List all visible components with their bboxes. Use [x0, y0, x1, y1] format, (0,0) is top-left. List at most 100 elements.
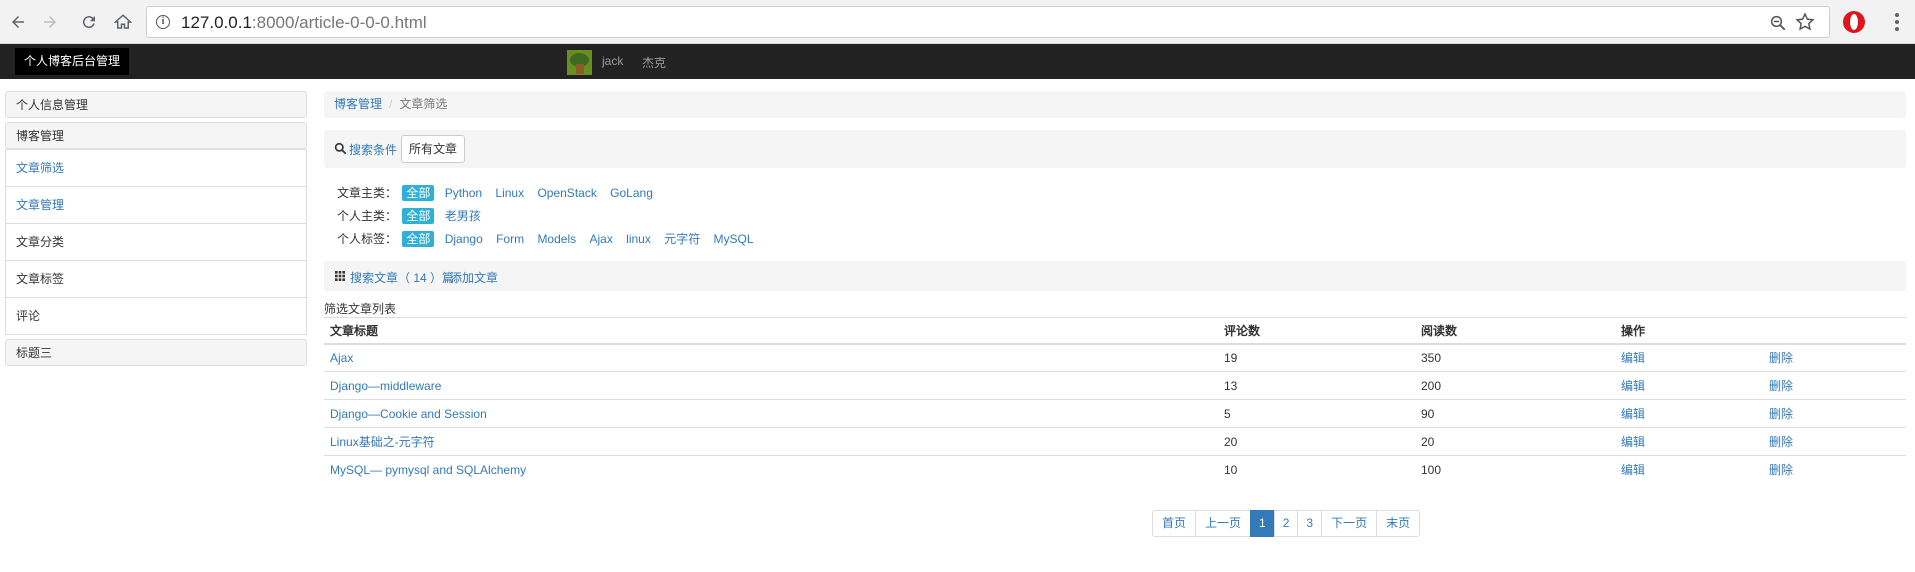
bookmark-star-icon[interactable] [1795, 12, 1815, 32]
sidebar: 个人信息管理 博客管理 文章筛选 文章管理 文章分类 文章标签 评论 标题三 [5, 91, 307, 370]
view-count: 20 [1415, 427, 1615, 456]
table-row: MySQL— pymysql and SQLAlchemy 10 100 编辑 … [324, 455, 1906, 484]
filter-tag[interactable]: 元字符 [664, 228, 700, 251]
browser-toolbar: i 127.0.0.1:8000/article-0-0-0.html [0, 0, 1915, 44]
filter-tag[interactable]: Models [537, 228, 576, 251]
table-header-row: 文章标题 评论数 阅读数 操作 [324, 317, 1906, 345]
edit-link[interactable]: 编辑 [1615, 343, 1763, 372]
url-text[interactable]: 127.0.0.1:8000/article-0-0-0.html [181, 13, 427, 33]
filter-label: 个人主类： [337, 209, 398, 223]
sidebar-heading-blog-manage[interactable]: 博客管理 [5, 122, 307, 149]
view-count: 100 [1415, 455, 1615, 484]
article-title-link[interactable]: Ajax [324, 343, 1218, 372]
info-icon[interactable]: i [156, 15, 170, 29]
filter-label: 文章主类： [337, 186, 398, 200]
reload-icon[interactable] [77, 10, 101, 34]
breadcrumb-blog-manage[interactable]: 博客管理 [334, 97, 382, 111]
page-last-button[interactable]: 末页 [1376, 510, 1421, 537]
column-header-title: 文章标题 [324, 317, 1218, 345]
back-icon[interactable] [6, 10, 30, 34]
article-title-link[interactable]: MySQL— pymysql and SQLAlchemy [324, 455, 1218, 484]
article-title-link[interactable]: Django—Cookie and Session [324, 399, 1218, 428]
result-count: 搜索文章（ 14 ）篇 [350, 271, 455, 285]
avatar[interactable] [567, 50, 592, 75]
filter-row-personal-tags: 个人标签： 全部 Django Form Models Ajax linux 元… [337, 228, 764, 251]
page-number-button[interactable]: 1 [1250, 510, 1275, 537]
delete-link[interactable]: 删除 [1763, 343, 1906, 372]
filter-tag[interactable]: Python [445, 182, 482, 205]
delete-link[interactable]: 删除 [1763, 371, 1906, 400]
delete-link[interactable]: 删除 [1763, 427, 1906, 456]
menu-dots-icon[interactable] [1895, 13, 1901, 33]
edit-link[interactable]: 编辑 [1615, 427, 1763, 456]
comment-count: 19 [1218, 343, 1415, 372]
filter-tag[interactable]: Ajax [589, 228, 612, 251]
delete-link[interactable]: 删除 [1763, 455, 1906, 484]
sidebar-item-comments[interactable]: 评论 [6, 297, 306, 334]
filter-tag[interactable]: linux [626, 228, 651, 251]
home-icon[interactable] [111, 10, 135, 34]
filter-tag[interactable]: Linux [495, 182, 524, 205]
opera-icon[interactable] [1843, 11, 1865, 33]
page-prev-button[interactable]: 上一页 [1195, 510, 1252, 537]
article-title-link[interactable]: Django—middleware [324, 371, 1218, 400]
sidebar-item-article-filter[interactable]: 文章筛选 [6, 149, 306, 186]
filter-tag-all[interactable]: 全部 [402, 208, 435, 224]
filter-panel: 文章主类： 全部 Python Linux OpenStack GoLang 个… [337, 182, 764, 251]
comment-count: 5 [1218, 399, 1415, 428]
url-host: 127.0.0.1 [181, 13, 252, 32]
sidebar-item-article-tags[interactable]: 文章标签 [6, 260, 306, 297]
filter-tag-all[interactable]: 全部 [402, 231, 435, 247]
page-first-button[interactable]: 首页 [1152, 510, 1197, 537]
edit-link[interactable]: 编辑 [1615, 371, 1763, 400]
edit-link[interactable]: 编辑 [1615, 399, 1763, 428]
page-number-button[interactable]: 3 [1297, 510, 1323, 537]
filter-tag[interactable]: MySQL [714, 228, 754, 251]
filter-tag[interactable]: Django [445, 228, 483, 251]
filter-row-main-category: 文章主类： 全部 Python Linux OpenStack GoLang [337, 182, 764, 205]
url-path: :8000/article-0-0-0.html [251, 13, 427, 32]
view-count: 200 [1415, 371, 1615, 400]
breadcrumb: 博客管理 / 文章筛选 [324, 91, 1906, 118]
user-nickname[interactable]: 杰克 [642, 54, 666, 71]
sidebar-heading-personal-info[interactable]: 个人信息管理 [5, 91, 307, 118]
breadcrumb-separator: / [389, 97, 393, 111]
table-row: Ajax 19 350 编辑 删除 [324, 343, 1906, 372]
all-articles-button[interactable]: 所有文章 [401, 135, 466, 163]
address-bar[interactable]: i 127.0.0.1:8000/article-0-0-0.html [146, 6, 1830, 38]
add-article-link[interactable]: 添加文章 [450, 269, 498, 286]
comment-count: 10 [1218, 455, 1415, 484]
edit-link[interactable]: 编辑 [1615, 455, 1763, 484]
column-header-empty [1763, 317, 1906, 345]
result-bar: 搜索文章（ 14 ）篇 添加文章 [324, 261, 1906, 291]
sidebar-blog-menu: 文章筛选 文章管理 文章分类 文章标签 评论 [5, 149, 307, 335]
filter-tag[interactable]: GoLang [610, 182, 653, 205]
forward-icon[interactable] [38, 10, 62, 34]
table-row: Django—middleware 13 200 编辑 删除 [324, 371, 1906, 400]
page-number-button[interactable]: 2 [1273, 510, 1299, 537]
page-next-button[interactable]: 下一页 [1321, 510, 1378, 537]
filter-tag[interactable]: Form [496, 228, 524, 251]
delete-link[interactable]: 删除 [1763, 399, 1906, 428]
sidebar-item-article-manage[interactable]: 文章管理 [6, 186, 306, 223]
article-title-link[interactable]: Linux基础之-元字符 [324, 427, 1218, 456]
column-header-views: 阅读数 [1415, 317, 1615, 345]
column-header-actions: 操作 [1615, 317, 1763, 345]
search-icon [334, 142, 347, 155]
view-count: 90 [1415, 399, 1615, 428]
main-content: 博客管理 / 文章筛选 搜索条件 所有文章 文章主类： 全部 Python Linu… [324, 91, 1906, 537]
search-condition-label[interactable]: 搜索条件 [349, 141, 397, 158]
brand-title[interactable]: 个人博客后台管理 [15, 48, 130, 75]
table-row: Django—Cookie and Session 5 90 编辑 删除 [324, 399, 1906, 428]
filter-row-personal-category: 个人主类： 全部 老男孩 [337, 205, 764, 228]
sidebar-item-article-category[interactable]: 文章分类 [6, 223, 306, 260]
grid-icon [335, 271, 345, 281]
breadcrumb-current: 文章筛选 [399, 97, 448, 111]
view-count: 350 [1415, 343, 1615, 372]
filter-tag[interactable]: 老男孩 [445, 205, 481, 228]
user-name[interactable]: jack [602, 54, 623, 68]
filter-tag-all[interactable]: 全部 [402, 185, 435, 201]
zoom-icon[interactable] [1769, 14, 1787, 32]
sidebar-heading-title-three[interactable]: 标题三 [5, 339, 307, 366]
filter-tag[interactable]: OpenStack [537, 182, 596, 205]
